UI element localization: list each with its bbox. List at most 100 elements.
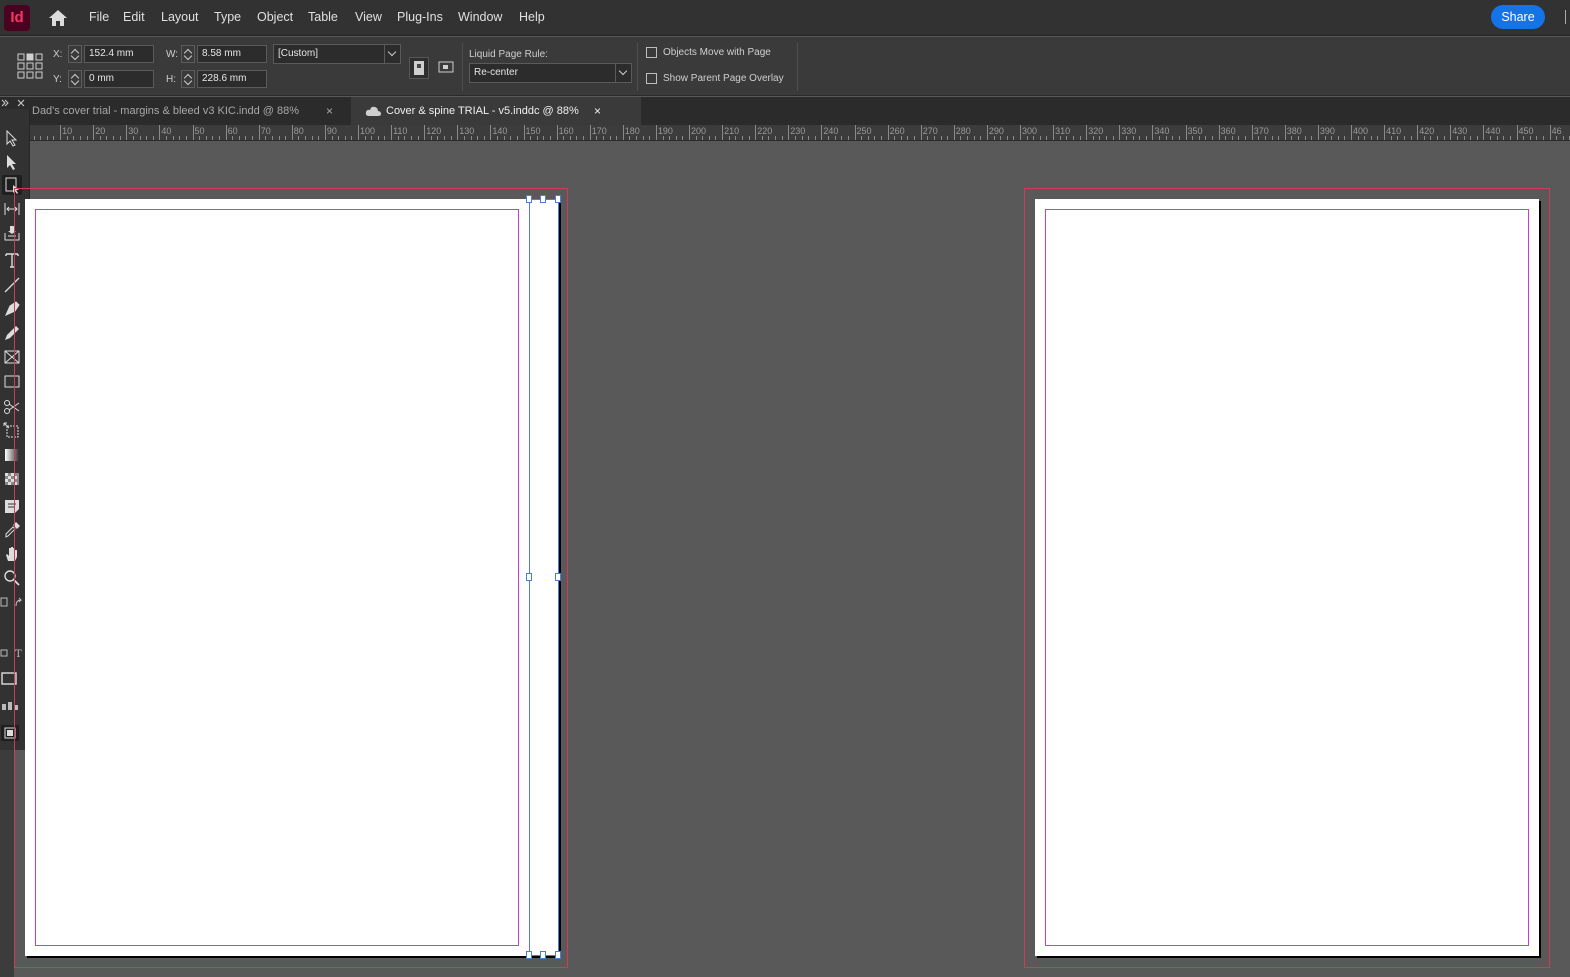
ruler-label: 310 xyxy=(1055,126,1071,136)
menu-plug-ins[interactable]: Plug-Ins xyxy=(397,10,443,24)
ruler-tick xyxy=(920,125,922,140)
ruler-tick xyxy=(79,136,81,140)
ruler-tick xyxy=(1456,136,1458,140)
resize-handle[interactable] xyxy=(526,195,532,203)
ruler-tick xyxy=(185,136,187,140)
vertical-ruler[interactable] xyxy=(0,750,14,977)
ruler-tick xyxy=(1291,136,1293,140)
ruler-tick xyxy=(437,136,439,140)
page-size-dropdown[interactable]: [Custom] xyxy=(273,44,401,64)
ruler-label: 240 xyxy=(823,126,839,136)
ruler-tick xyxy=(430,136,432,140)
x-stepper[interactable] xyxy=(68,45,82,63)
reference-point-icon[interactable] xyxy=(17,53,43,79)
ruler-tick xyxy=(622,125,624,140)
menu-file[interactable]: File xyxy=(89,10,109,24)
ruler-tick xyxy=(649,136,651,140)
tab-label: Cover & spine TRIAL - v5.inddc @ 88% xyxy=(386,105,579,117)
ruler-tick xyxy=(583,136,585,140)
menu-table[interactable]: Table xyxy=(308,10,338,24)
w-stepper[interactable] xyxy=(181,45,195,63)
tab-cover-spine-trial[interactable]: Cover & spine TRIAL - v5.inddc @ 88% × xyxy=(351,97,641,125)
resize-handle[interactable] xyxy=(526,951,532,959)
ruler-tick xyxy=(305,136,307,140)
menu-object[interactable]: Object xyxy=(257,10,293,24)
pasteboard[interactable] xyxy=(14,142,1570,977)
landscape-orientation-button[interactable] xyxy=(436,57,456,79)
ruler-tick xyxy=(702,136,704,140)
app-logo[interactable]: Id xyxy=(4,5,30,31)
ruler-tick xyxy=(768,136,770,140)
ruler-tick xyxy=(960,136,962,140)
ruler-tick xyxy=(655,125,657,140)
ruler-tick xyxy=(271,136,273,140)
ruler-label: 130 xyxy=(459,126,475,136)
home-icon[interactable] xyxy=(47,8,69,28)
h-label: H: xyxy=(166,74,176,85)
ruler-tick xyxy=(1225,136,1227,140)
ruler-tick xyxy=(1258,136,1260,140)
liquid-page-rule-dropdown[interactable]: Re-center xyxy=(469,63,632,83)
resize-handle[interactable] xyxy=(555,195,561,203)
ruler-tick xyxy=(708,136,710,140)
menu-bar: Id File Edit Layout Type Object Table Vi… xyxy=(0,0,1570,36)
w-field[interactable]: 8.58 mm xyxy=(197,45,267,63)
ruler-tick xyxy=(669,136,671,140)
ruler-tick xyxy=(1145,136,1147,140)
portrait-orientation-button[interactable] xyxy=(409,57,429,79)
h-stepper[interactable] xyxy=(181,70,195,88)
objects-move-checkbox[interactable] xyxy=(646,47,657,58)
ruler-tick xyxy=(40,136,42,140)
tab-dads-cover-trial[interactable]: Dad's cover trial - margins & bleed v3 K… xyxy=(30,97,350,125)
menu-help[interactable]: Help xyxy=(519,10,545,24)
ruler-label: 70 xyxy=(260,126,271,136)
ruler-tick xyxy=(298,136,300,140)
ruler-tick xyxy=(1231,136,1233,140)
ruler-tick xyxy=(1079,136,1081,140)
y-stepper[interactable] xyxy=(68,70,82,88)
collapse-panel-icon[interactable] xyxy=(0,97,30,109)
horizontal-ruler[interactable]: 10 20 30 40 50 60 70 80 90 100 110 120 130 140 150 160 1… xyxy=(30,125,1570,141)
ruler-tick xyxy=(1529,136,1531,140)
ruler-tick xyxy=(1370,136,1372,140)
resize-handle[interactable] xyxy=(540,951,546,959)
ruler-tick xyxy=(463,136,465,140)
ruler-tick xyxy=(1536,136,1538,140)
menu-view[interactable]: View xyxy=(355,10,382,24)
ruler-tick xyxy=(1450,125,1452,140)
ruler-tick xyxy=(1390,136,1392,140)
ruler-tick xyxy=(880,136,882,140)
h-field[interactable]: 228.6 mm xyxy=(197,70,267,88)
menu-edit[interactable]: Edit xyxy=(123,10,145,24)
menu-window[interactable]: Window xyxy=(458,10,502,24)
share-button[interactable]: Share xyxy=(1491,5,1545,29)
ruler-tick xyxy=(364,136,366,140)
ruler-tick xyxy=(93,125,95,140)
x-field[interactable]: 152.4 mm xyxy=(84,45,154,63)
ruler-tick xyxy=(980,136,982,140)
resize-handle[interactable] xyxy=(526,573,532,581)
tools-panel-header[interactable] xyxy=(0,97,30,109)
ruler-tick xyxy=(1542,136,1544,140)
ruler-tick xyxy=(1403,136,1405,140)
ruler-tick xyxy=(549,136,551,140)
y-field[interactable]: 0 mm xyxy=(84,70,154,88)
ruler-tick xyxy=(1218,125,1220,140)
close-icon[interactable]: × xyxy=(326,97,333,125)
menu-layout[interactable]: Layout xyxy=(161,10,199,24)
ruler-tick xyxy=(113,136,115,140)
ruler-label: 340 xyxy=(1154,126,1170,136)
liquid-page-rule-value: Re-center xyxy=(474,67,518,78)
direct-selection-tool[interactable] xyxy=(2,152,22,172)
selection-tool[interactable] xyxy=(2,128,22,148)
resize-handle[interactable] xyxy=(540,195,546,203)
ruler-tick xyxy=(232,136,234,140)
ruler-tick xyxy=(523,125,525,140)
resize-handle[interactable] xyxy=(555,573,561,581)
ruler-tick xyxy=(953,125,955,140)
ruler-tick xyxy=(861,136,863,140)
menu-type[interactable]: Type xyxy=(214,10,241,24)
resize-handle[interactable] xyxy=(555,951,561,959)
show-parent-overlay-checkbox[interactable] xyxy=(646,73,657,84)
close-icon[interactable]: × xyxy=(594,97,601,125)
